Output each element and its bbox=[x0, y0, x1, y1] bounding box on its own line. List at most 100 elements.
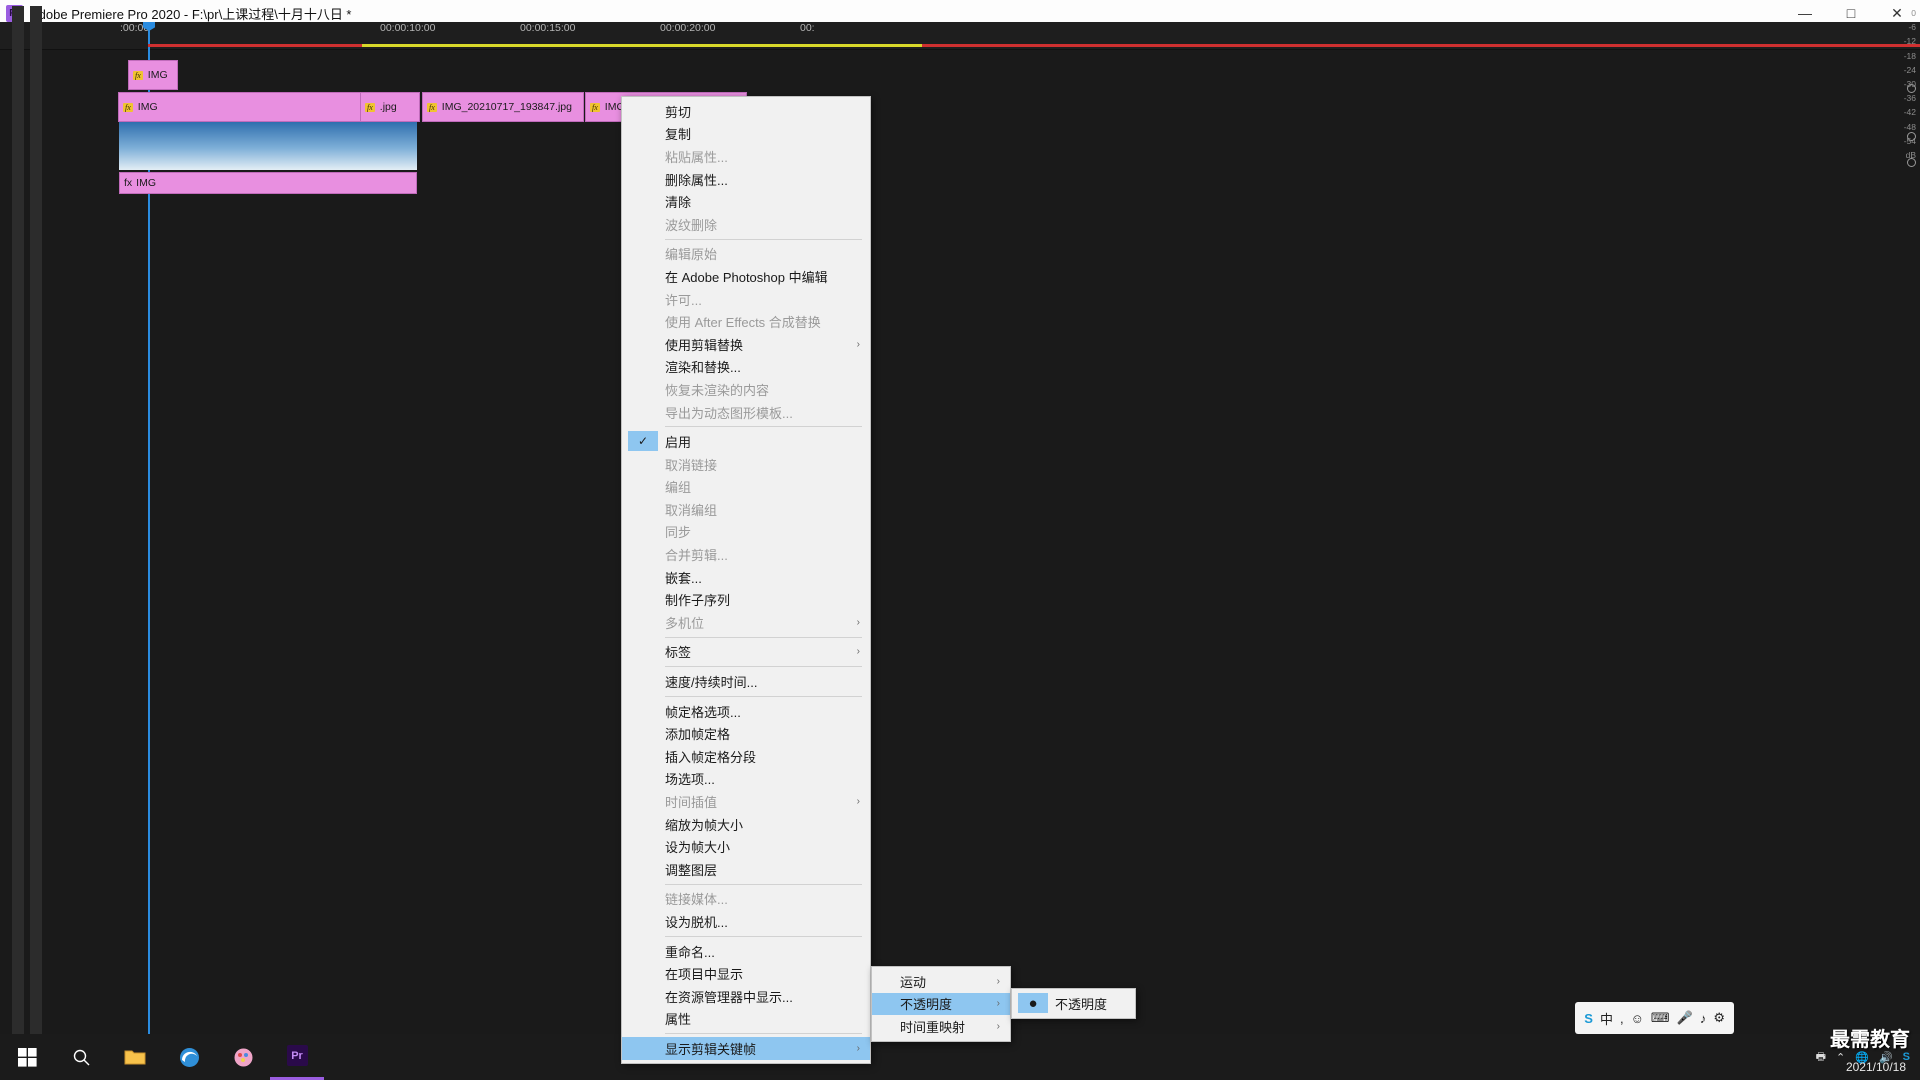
menu-item-label: 使用剪辑替换 bbox=[665, 337, 744, 353]
menu-item-4[interactable]: 清除 bbox=[622, 190, 870, 213]
file-explorer-icon[interactable] bbox=[108, 1034, 162, 1080]
menu-separator bbox=[665, 426, 862, 428]
clip-thumbnail-strip bbox=[119, 122, 417, 170]
menu-item-47[interactable]: 显示剪辑关键帧 › bbox=[622, 1037, 870, 1060]
menu-item-label: 运动 bbox=[900, 974, 927, 990]
menu-item-13[interactable]: 恢复未渲染的内容 bbox=[622, 378, 870, 401]
menu-item-3[interactable]: 删除属性... bbox=[622, 168, 870, 191]
sequence-clips-area[interactable]: fx IMG fx IMG fx .jpg fx IMG_20210717_193847.jp… bbox=[0, 50, 1920, 1080]
timeline-clip-lower[interactable]: fx IMG bbox=[119, 172, 417, 194]
edge-icon[interactable] bbox=[162, 1034, 216, 1080]
window-title: Adobe Premiere Pro 2020 - F:\pr\上课过程\十月十… bbox=[30, 6, 352, 22]
menu-item-37[interactable]: 调整图层 bbox=[622, 858, 870, 881]
menu-item-23[interactable]: 制作子序列 bbox=[622, 588, 870, 611]
chevron-up-icon[interactable]: ⌃ bbox=[1836, 1051, 1845, 1064]
meter-tick-4: -24 bbox=[1903, 64, 1916, 75]
menu-item-label: 设为脱机... bbox=[665, 914, 728, 930]
menu-item-40[interactable]: 设为脱机... bbox=[622, 910, 870, 933]
menu-item-1[interactable]: 不透明度 › bbox=[872, 992, 1010, 1016]
meter-tick-10: dB bbox=[1905, 150, 1916, 161]
ime-s-icon[interactable]: S bbox=[1584, 1011, 1593, 1026]
menu-item-39[interactable]: 链接媒体... bbox=[622, 888, 870, 911]
menu-item-22[interactable]: 嵌套... bbox=[622, 566, 870, 589]
ruler-label-1: 00:00:15:00 bbox=[520, 22, 576, 34]
timeline-clip-0[interactable]: fx IMG bbox=[128, 60, 178, 90]
ime-voice-icon[interactable]: 🎤 bbox=[1677, 1010, 1693, 1026]
timeline-clip-2[interactable]: fx .jpg bbox=[360, 92, 420, 122]
ime-punctuation-icon[interactable]: , bbox=[1620, 1011, 1624, 1026]
show-clip-keyframes-submenu: 运动 › 不透明度 › 时间重映射 › bbox=[871, 966, 1011, 1042]
menu-item-8[interactable]: 在 Adobe Photoshop 中编辑 bbox=[622, 265, 870, 288]
menu-item-10[interactable]: 使用 After Effects 合成替换 bbox=[622, 310, 870, 333]
menu-item-20[interactable]: 同步 bbox=[622, 521, 870, 544]
menu-item-17[interactable]: 取消链接 bbox=[622, 453, 870, 476]
clip-name: IMG bbox=[136, 177, 157, 189]
menu-separator bbox=[665, 883, 862, 885]
menu-item-33[interactable]: 场选项... bbox=[622, 768, 870, 791]
ime-music-icon[interactable]: ♪ bbox=[1700, 1011, 1707, 1026]
windows-start-icon[interactable] bbox=[0, 1034, 54, 1080]
ime-toolbar: S 中 , ☺ ⌨ 🎤 ♪ ⚙ bbox=[1575, 1002, 1734, 1034]
menu-item-label: 编辑原始 bbox=[665, 247, 718, 263]
menu-item-11[interactable]: 使用剪辑替换 › bbox=[622, 333, 870, 356]
submenu-arrow-icon: › bbox=[996, 1020, 1000, 1032]
menu-item-19[interactable]: 取消编组 bbox=[622, 498, 870, 521]
menu-item-0[interactable]: ● 不透明度 bbox=[1012, 992, 1135, 1015]
menu-item-14[interactable]: 导出为动态图形模板... bbox=[622, 401, 870, 424]
menu-item-24[interactable]: 多机位 › bbox=[622, 611, 870, 634]
menu-item-35[interactable]: 缩放为帧大小 bbox=[622, 813, 870, 836]
menu-item-45[interactable]: 属性 bbox=[622, 1008, 870, 1031]
menu-item-9[interactable]: 许可... bbox=[622, 288, 870, 311]
ime-emoji-icon[interactable]: ☺ bbox=[1631, 1011, 1644, 1026]
menu-item-label: 恢复未渲染的内容 bbox=[665, 382, 770, 398]
menu-item-0[interactable]: 剪切 bbox=[622, 100, 870, 123]
menu-item-label: 波纹删除 bbox=[665, 217, 718, 233]
menu-item-44[interactable]: 在资源管理器中显示... bbox=[622, 985, 870, 1008]
menu-item-42[interactable]: 重命名... bbox=[622, 940, 870, 963]
printer-icon[interactable]: 🖶 bbox=[1816, 1048, 1826, 1067]
menu-item-12[interactable]: 渲染和替换... bbox=[622, 356, 870, 379]
menu-item-31[interactable]: 添加帧定格 bbox=[622, 722, 870, 745]
paint-icon[interactable] bbox=[216, 1034, 270, 1080]
submenu-arrow-icon: › bbox=[996, 975, 1000, 987]
clip-name: IMG bbox=[147, 69, 168, 81]
premiere-icon[interactable]: Pr bbox=[270, 1034, 324, 1080]
menu-item-43[interactable]: 在项目中显示 bbox=[622, 962, 870, 985]
menu-item-label: 复制 bbox=[665, 127, 692, 143]
search-icon[interactable] bbox=[54, 1034, 108, 1080]
menu-item-label: 清除 bbox=[665, 195, 692, 211]
ime-mode-label[interactable]: 中 bbox=[1600, 1009, 1613, 1028]
menu-item-32[interactable]: 插入帧定格分段 bbox=[622, 745, 870, 768]
menu-item-label: 不透明度 bbox=[900, 997, 953, 1013]
menu-item-28[interactable]: 速度/持续时间... bbox=[622, 670, 870, 693]
opacity-submenu: ● 不透明度 bbox=[1011, 988, 1136, 1019]
menu-item-36[interactable]: 设为帧大小 bbox=[622, 835, 870, 858]
menu-item-label: 在资源管理器中显示... bbox=[665, 989, 793, 1005]
menu-item-label: 重命名... bbox=[665, 944, 715, 960]
ruler-label-0: 00:00:10:00 bbox=[380, 22, 436, 34]
menu-item-label: 插入帧定格分段 bbox=[665, 749, 757, 765]
fx-badge-icon: fx bbox=[365, 102, 375, 112]
sequence-time-ruler[interactable]: :00:00 00:00:10:00 00:00:15:00 00:00:20:00 0… bbox=[0, 22, 1920, 50]
menu-item-label: 粘贴属性... bbox=[665, 149, 728, 165]
menu-item-16[interactable]: ✓ 启用 bbox=[622, 430, 870, 453]
menu-item-34[interactable]: 时间插值 › bbox=[622, 790, 870, 813]
menu-item-30[interactable]: 帧定格选项... bbox=[622, 700, 870, 723]
menu-item-7[interactable]: 编辑原始 bbox=[622, 243, 870, 266]
menu-item-21[interactable]: 合并剪辑... bbox=[622, 543, 870, 566]
ime-settings-icon[interactable]: ⚙ bbox=[1713, 1010, 1725, 1026]
menu-item-label: 制作子序列 bbox=[665, 593, 731, 609]
ime-keyboard-icon[interactable]: ⌨ bbox=[1651, 1010, 1670, 1026]
menu-item-5[interactable]: 波纹删除 bbox=[622, 213, 870, 236]
clip-name: IMG_20210717_193847.jpg bbox=[441, 101, 572, 113]
menu-item-1[interactable]: 复制 bbox=[622, 123, 870, 146]
menu-item-18[interactable]: 编组 bbox=[622, 476, 870, 499]
menu-item-2[interactable]: 粘贴属性... bbox=[622, 145, 870, 168]
menu-item-0[interactable]: 运动 › bbox=[872, 970, 1010, 993]
menu-item-2[interactable]: 时间重映射 › bbox=[872, 1015, 1010, 1038]
timeline-clip-3[interactable]: fx IMG_20210717_193847.jpg bbox=[422, 92, 584, 122]
menu-item-26[interactable]: 标签 › bbox=[622, 641, 870, 664]
menu-item-label: 场选项... bbox=[665, 772, 715, 788]
submenu-arrow-icon: › bbox=[856, 616, 860, 628]
meter-tick-0: 0 bbox=[1911, 8, 1916, 18]
